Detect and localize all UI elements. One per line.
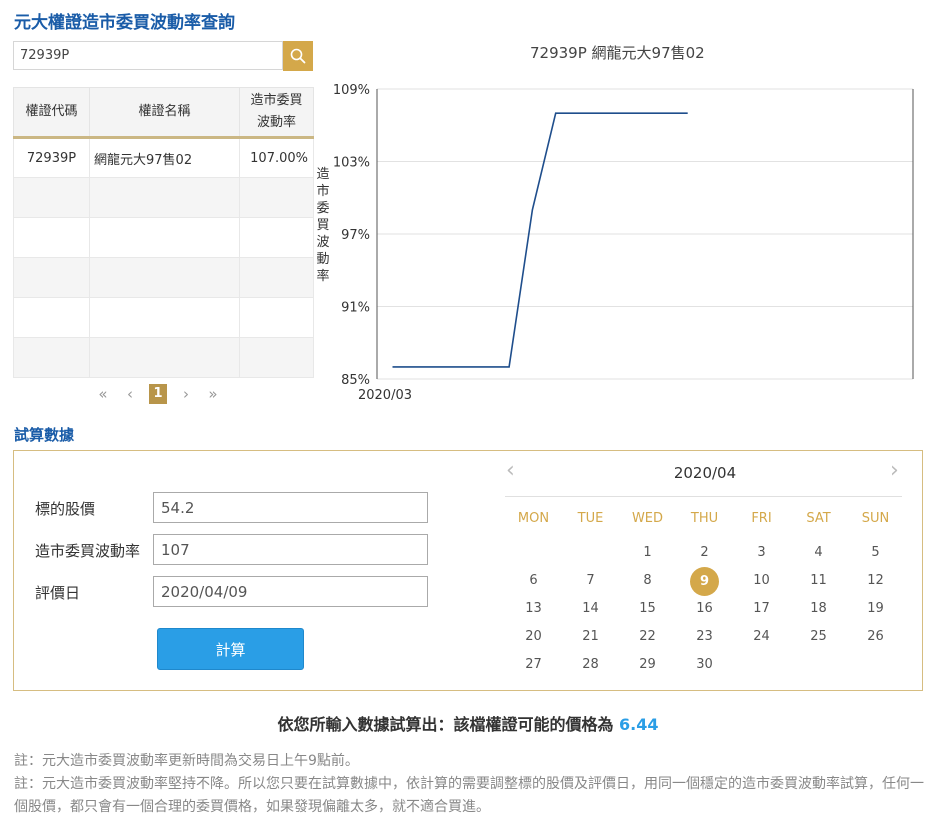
calendar-day[interactable]: 10 [747,567,777,595]
weekday-header: WED [631,511,664,526]
calendar-day[interactable]: 17 [747,595,777,623]
chevron-right-icon[interactable]: › [890,458,899,483]
calendar-day[interactable]: 2 [690,539,720,567]
weekday-header: SUN [861,511,890,526]
volatility-input[interactable] [153,534,428,565]
calendar-day[interactable]: 19 [861,595,891,623]
calendar-day[interactable]: 12 [861,567,891,595]
weekday-header: MON [517,511,550,526]
result-value: 6.44 [619,715,659,734]
calendar-day[interactable]: 18 [804,595,834,623]
result-line: 依您所輸入數據試算出：該檔權證可能的價格為 6.44 [0,711,936,735]
calendar-day[interactable]: 8 [633,567,663,595]
calendar-day[interactable]: 30 [690,651,720,679]
y-tick-label: 109% [333,83,370,98]
y-tick-label: 85% [341,373,370,388]
volatility-label: 造市委買波動率 [35,542,141,560]
calendar-day[interactable]: 25 [804,623,834,651]
calendar-day[interactable]: 24 [747,623,777,651]
stock-price-input[interactable] [153,492,428,523]
calendar-day[interactable]: 13 [519,595,549,623]
calendar-day[interactable]: 28 [576,651,606,679]
calc-section-title: 試算數據 [14,426,75,444]
y-tick-label: 91% [341,301,370,316]
calendar-divider [505,496,902,497]
calculate-button[interactable]: 計算 [157,628,304,670]
calendar-day[interactable]: 4 [804,539,834,567]
calendar-day[interactable]: 3 [747,539,777,567]
note-update-time: 註：元大造市委買波動率更新時間為交易日上午9點前。 [14,753,359,769]
chart-series-line [392,112,688,368]
calendar-day[interactable]: 11 [804,567,834,595]
calendar-day[interactable]: 15 [633,595,663,623]
calendar-day[interactable]: 27 [519,651,549,679]
volatility-chart: 109% 103% 97% 91% 85%2020/03 [333,83,914,403]
chevron-left-icon[interactable]: ‹ [506,458,515,483]
weekday-header: FRI [751,511,772,526]
calendar-day[interactable]: 6 [519,567,549,595]
y-tick-label: 97% [341,228,370,243]
calendar-day[interactable]: 26 [861,623,891,651]
weekday-header: TUE [577,511,604,526]
weekday-header: SAT [806,511,831,526]
calendar-day[interactable]: 23 [690,623,720,651]
valuation-date-label: 評價日 [35,584,81,602]
calendar-day[interactable]: 7 [576,567,606,595]
notes: 註：元大造市委買波動率更新時間為交易日上午9點前。 註：元大造市委買波動率堅持不… [14,750,924,819]
calendar-day[interactable]: 5 [861,539,891,567]
calendar-day[interactable]: 1 [633,539,663,567]
weekday-header: THU [690,511,719,526]
stock-price-label: 標的股價 [35,500,96,518]
calendar-title: 2020/04 [673,464,737,482]
calendar-day-selected[interactable]: 9 [690,566,719,596]
calendar-day[interactable]: 22 [633,623,663,651]
note-policy: 註：元大造市委買波動率堅持不降。所以您只要在試算數據中，依計算的需要調整標的股價… [14,776,924,815]
calendar-day[interactable]: 20 [519,623,549,651]
x-tick-label: 2020/03 [358,388,412,403]
calendar-day[interactable]: 21 [576,623,606,651]
calendar-day[interactable]: 16 [690,595,720,623]
result-text: 依您所輸入數據試算出：該檔權證可能的價格為 [277,715,614,734]
calendar-day[interactable]: 29 [633,651,663,679]
calc-panel [13,450,923,691]
y-tick-label: 103% [333,156,370,171]
valuation-date-input[interactable] [153,576,428,607]
calendar-day[interactable]: 14 [576,595,606,623]
